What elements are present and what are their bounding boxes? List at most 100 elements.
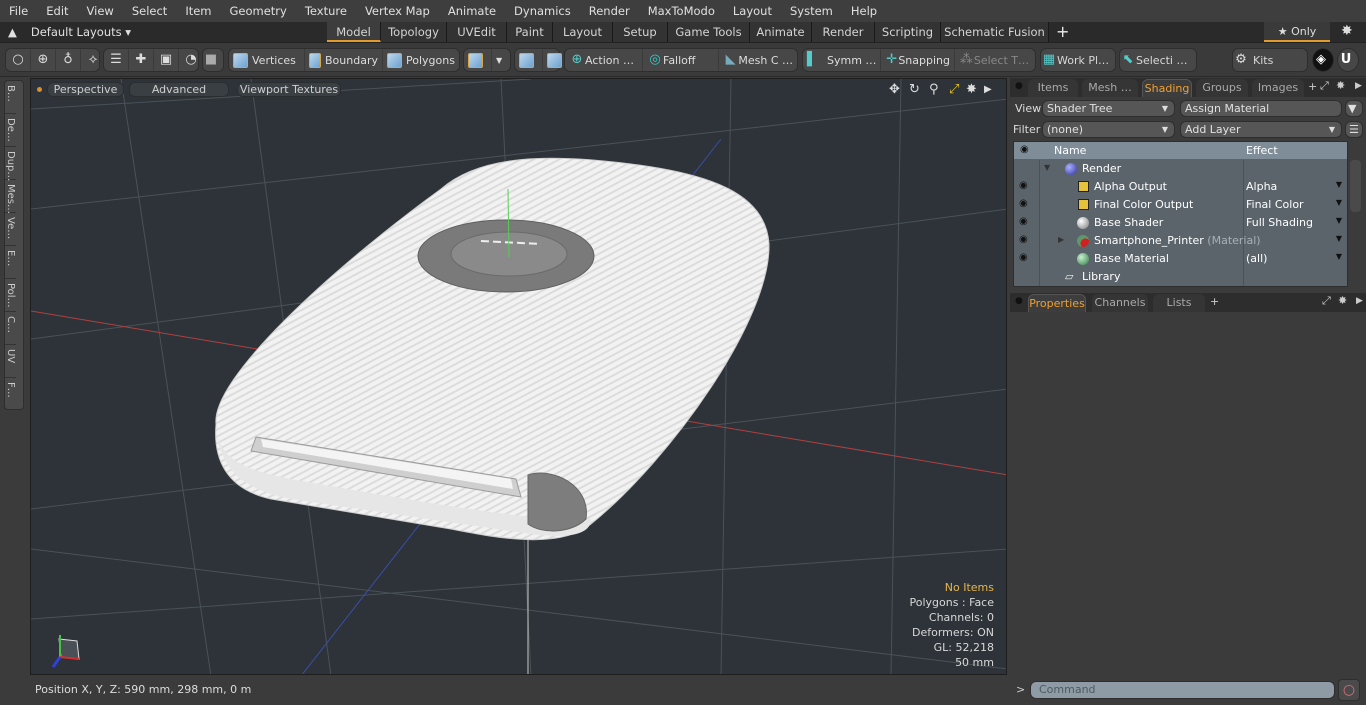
menu-dynamics[interactable]: Dynamics: [505, 4, 580, 18]
viewport-gear-icon[interactable]: ✸: [966, 82, 977, 97]
left-tab-vertex[interactable]: Ve…: [5, 213, 16, 246]
tab-topology[interactable]: Topology: [381, 22, 447, 42]
move-view-icon[interactable]: ✥: [889, 82, 900, 97]
tab-images[interactable]: Images: [1252, 79, 1304, 97]
tree-scrollbar[interactable]: [1350, 160, 1361, 212]
left-tab-edge[interactable]: E…: [5, 246, 16, 279]
falloff-button[interactable]: ◎ Falloff: [643, 49, 719, 71]
left-tab-uv[interactable]: UV: [5, 345, 16, 378]
material-mode-button[interactable]: [464, 49, 492, 71]
expand-icon[interactable]: ⤢: [1320, 79, 1329, 93]
effect-column-header[interactable]: Effect: [1246, 144, 1278, 157]
menu-file[interactable]: File: [0, 4, 37, 18]
left-tab-polygon[interactable]: Pol…: [5, 279, 16, 312]
tree-row-smartphone-printer[interactable]: ◉ ▶ Smartphone_Printer (Material) ▼: [1014, 232, 1347, 250]
tab-items[interactable]: Items: [1028, 79, 1078, 97]
add-tab-button[interactable]: +: [1056, 22, 1069, 42]
action-button[interactable]: ⊕ Action …: [565, 49, 643, 71]
selection-sets-button[interactable]: ⬉ Selecti …: [1119, 48, 1197, 72]
tree-row-effect[interactable]: Final Color: [1246, 198, 1304, 211]
menu-geometry[interactable]: Geometry: [221, 4, 296, 18]
tab-schematic-fusion[interactable]: Schematic Fusion: [941, 22, 1049, 42]
frame-icon[interactable]: ▣: [154, 49, 179, 71]
command-input[interactable]: Command: [1030, 681, 1335, 699]
add-tab-icon[interactable]: +: [1308, 80, 1317, 93]
tab-paint[interactable]: Paint: [507, 22, 553, 42]
list-options-button[interactable]: ☰: [1345, 121, 1363, 138]
work-plane-button[interactable]: ▦ Work Pl…: [1040, 48, 1116, 72]
expand-arrow-icon[interactable]: ▶: [1058, 235, 1064, 244]
cross-icon[interactable]: ✚: [129, 49, 154, 71]
assign-material-button[interactable]: Assign Material: [1180, 100, 1342, 117]
3d-viewport[interactable]: Perspective Advanced Viewport Textures ✥…: [30, 78, 1007, 675]
left-tab-mesh-edit[interactable]: Mes…: [5, 180, 16, 214]
viewport-textures-button[interactable]: Viewport Textures: [237, 82, 341, 97]
menu-help[interactable]: Help: [842, 4, 886, 18]
rotate-view-icon[interactable]: ↻: [909, 82, 920, 97]
collapse-arrow-icon[interactable]: ▼: [1044, 163, 1050, 172]
zoom-view-icon[interactable]: ⚲: [929, 82, 939, 97]
panel-gear-icon[interactable]: ✸: [1336, 79, 1345, 92]
tree-row-alpha-output[interactable]: ◉ Alpha Output Alpha ▼: [1014, 178, 1347, 196]
mesh-constraints-button[interactable]: ◣ Mesh C …: [719, 49, 797, 71]
tree-row-effect[interactable]: (all): [1246, 252, 1267, 265]
default-layouts-dropdown[interactable]: ▲ Default Layouts ▾: [8, 22, 131, 42]
tab-properties[interactable]: Properties: [1028, 294, 1086, 312]
boundary-button[interactable]: Boundary: [305, 49, 383, 71]
panel-more-icon[interactable]: ▶: [1355, 81, 1362, 91]
material-mode-dropdown[interactable]: ▼: [492, 49, 506, 71]
tab-shading[interactable]: Shading: [1142, 79, 1192, 97]
tab-lists[interactable]: Lists: [1153, 294, 1205, 312]
eye-icon[interactable]: ◉: [1019, 234, 1028, 245]
menu-vertex-map[interactable]: Vertex Map: [356, 4, 439, 18]
chevron-down-icon[interactable]: ▼: [1336, 216, 1342, 225]
eye-icon[interactable]: ◉: [1019, 216, 1028, 227]
panel-more-icon[interactable]: ▶: [1356, 296, 1363, 306]
panel-gear-icon[interactable]: ✸: [1338, 294, 1347, 307]
tree-row-effect[interactable]: Alpha: [1246, 180, 1277, 193]
vertices-button[interactable]: Vertices: [229, 49, 305, 71]
tab-game-tools[interactable]: Game Tools: [668, 22, 750, 42]
tab-setup[interactable]: Setup: [613, 22, 668, 42]
globe-icon[interactable]: ⊕: [31, 49, 56, 71]
perspective-button[interactable]: Perspective: [47, 82, 124, 97]
select-through-button[interactable]: ⁂ Select T…: [955, 49, 1033, 71]
menu-render[interactable]: Render: [580, 4, 639, 18]
dial-icon[interactable]: ◔: [179, 49, 203, 71]
maximize-view-icon[interactable]: ⤢: [949, 82, 959, 97]
left-tab-basic[interactable]: B…: [5, 81, 16, 114]
add-layer-dropdown[interactable]: Add Layer ▼: [1180, 121, 1342, 138]
record-macro-button[interactable]: ○: [1338, 679, 1360, 701]
tree-row-render[interactable]: ▼ Render: [1014, 160, 1347, 178]
tab-layout[interactable]: Layout: [553, 22, 613, 42]
tab-animate[interactable]: Animate: [750, 22, 812, 42]
menu-maxtomodo[interactable]: MaxToModo: [639, 4, 724, 18]
left-tab-fusion[interactable]: F…: [5, 378, 16, 411]
tab-render[interactable]: Render: [812, 22, 875, 42]
menu-edit[interactable]: Edit: [37, 4, 77, 18]
unity-button[interactable]: ◈: [1312, 48, 1334, 72]
tab-mesh[interactable]: Mesh …: [1082, 79, 1138, 97]
tree-row-base-material[interactable]: ◉ Base Material (all) ▼: [1014, 250, 1347, 268]
eye-icon[interactable]: ◉: [1019, 252, 1028, 263]
tree-row-effect[interactable]: Full Shading: [1246, 216, 1313, 229]
snapping-button[interactable]: ✛ Snapping: [881, 49, 955, 71]
tab-uvedit[interactable]: UVEdit: [447, 22, 507, 42]
chevron-down-icon[interactable]: ▼: [1336, 234, 1342, 243]
lasso-icon[interactable]: ⟡: [81, 49, 105, 71]
tab-scripting[interactable]: Scripting: [875, 22, 941, 42]
menu-texture[interactable]: Texture: [296, 4, 356, 18]
kits-button[interactable]: ⚙ Kits: [1232, 48, 1308, 72]
advanced-button[interactable]: Advanced: [129, 82, 229, 97]
align-icon[interactable]: ☰: [104, 49, 129, 71]
menu-layout[interactable]: Layout: [724, 4, 781, 18]
left-tab-deform[interactable]: De…: [5, 114, 16, 147]
name-column-header[interactable]: Name: [1054, 144, 1086, 157]
gear-icon[interactable]: ✸: [1341, 23, 1353, 39]
menu-item[interactable]: Item: [176, 4, 220, 18]
filter-dropdown[interactable]: (none) ▼: [1042, 121, 1175, 138]
eye-icon[interactable]: ◉: [1019, 198, 1028, 209]
left-tab-duplicate[interactable]: Dup…: [5, 147, 16, 181]
add-tab-icon[interactable]: +: [1210, 295, 1219, 308]
pen-icon[interactable]: ♁: [56, 49, 81, 71]
